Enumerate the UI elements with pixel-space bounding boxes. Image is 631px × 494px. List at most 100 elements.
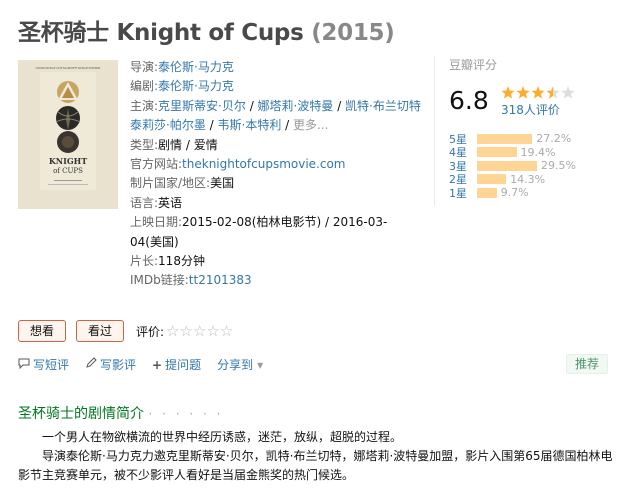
action-bar: 写短评 写影评 + 提问题 分享到 ▾: [18, 356, 279, 373]
rating-bar: [477, 174, 507, 184]
cast-link[interactable]: 韦斯·本特利: [218, 118, 282, 132]
website-row: 官方网站:theknightofcupsmovie.com: [130, 155, 430, 174]
title-year: (2015): [311, 20, 395, 46]
website-link[interactable]: theknightofcupsmovie.com: [182, 157, 345, 171]
review-label: 写影评: [100, 358, 137, 372]
cast-link[interactable]: 娜塔莉·波特曼: [258, 99, 334, 113]
country-row: 制片国家/地区:美国: [130, 174, 430, 193]
plus-icon: +: [152, 357, 163, 372]
rating-breakdown: 5星 27.2% 4星 19.4% 3星 29.5% 2星 14.3% 1星 9.7%: [449, 131, 576, 200]
star-icons: [501, 86, 575, 99]
genre-row: 类型:剧情 / 爱情: [130, 136, 430, 155]
language-row: 语言:英语: [130, 194, 430, 213]
seen-button[interactable]: 看过: [76, 320, 124, 342]
star-icon: [546, 86, 560, 99]
release-value-1: 2015-02-08(柏林电影节): [182, 215, 322, 230]
rating-bar: [477, 160, 537, 171]
recommend-button[interactable]: 推荐: [566, 354, 608, 374]
star-icon: [561, 86, 575, 99]
language-value: 英语: [158, 195, 183, 210]
rating-bar-percent: 19.4%: [520, 145, 556, 159]
star-icon: [531, 86, 545, 99]
want-to-see-button[interactable]: 想看: [18, 320, 66, 342]
rating-panel: 豆瓣评分 6.8 318人评价 5星 27.2% 4星 19.4% 3星 29.5% 2星 1…: [434, 56, 612, 206]
star-icon: [516, 86, 530, 99]
rating-bar: [477, 187, 497, 198]
movie-poster[interactable]: CHRISTIAN BALE CATE BLANCHETT NATALIE PO…: [18, 60, 118, 209]
summary-heading-text: 圣杯骑士的剧情简介: [18, 406, 144, 422]
poster-title-1: KNIGHT: [49, 156, 87, 166]
rating-bar: [477, 133, 533, 144]
rating-bar-row: 1星 9.7%: [449, 185, 576, 200]
runtime-value: 118分钟: [158, 254, 205, 269]
writer-label: 编剧:: [130, 79, 159, 94]
rating-bar: [477, 147, 517, 157]
rating-score: 6.8: [449, 86, 489, 115]
poster-art: CHRISTIAN BALE CATE BLANCHETT NATALIE PO…: [18, 60, 118, 209]
release-row: 上映日期:2015-02-08(柏林电影节) / 2016-03-: [130, 213, 430, 232]
rating-bar-percent: 9.7%: [500, 186, 529, 199]
release-sep: /: [321, 215, 333, 230]
summary-heading: 圣杯骑士的剧情简介 · · · · · ·: [18, 403, 223, 423]
cast-row: 主演:克里斯蒂安·贝尔 / 娜塔莉·波特曼 / 凯特·布兰切特: [130, 98, 421, 113]
release-label: 上映日期:: [130, 215, 183, 230]
star-icon: [501, 86, 515, 99]
website-label: 官方网站:: [130, 157, 183, 172]
summary-text: 一个男人在物欲横流的世界中经历诱惑，迷茫，放纵，超脱的过程。 导演泰伦斯·马力克…: [18, 428, 614, 485]
summary-paragraph: 一个男人在物欲横流的世界中经历诱惑，迷茫，放纵，超脱的过程。: [42, 430, 403, 444]
imdb-link[interactable]: tt2101383: [189, 273, 252, 287]
chevron-down-icon: ▾: [257, 357, 264, 372]
director-row: 导演:泰伦斯·马力克: [130, 58, 430, 77]
seen-label: 看过: [87, 324, 112, 338]
page-title: 圣杯骑士 Knight of Cups (2015): [18, 13, 395, 47]
rating-bar-label: 1星: [449, 186, 467, 200]
user-rating: 评价: ☆☆☆☆☆: [136, 322, 233, 340]
rate-label: 评价:: [136, 324, 165, 339]
share-dropdown[interactable]: 分享到 ▾: [217, 356, 263, 373]
votes-link[interactable]: 318人评价: [501, 101, 560, 118]
writer-row: 编剧:泰伦斯·马力克: [130, 77, 430, 96]
release-value-2a: 2016-03-: [332, 215, 388, 230]
speech-bubble-icon: [18, 358, 30, 372]
poster-credits: CHRISTIAN BALE CATE BLANCHETT NATALIE PO…: [36, 67, 101, 70]
cast-link[interactable]: 泰莉莎·帕尔墨: [130, 118, 206, 132]
language-label: 语言:: [130, 195, 159, 210]
director-label: 导演:: [130, 60, 159, 74]
question-label: 提问题: [165, 358, 202, 372]
rating-bar-percent: 29.5%: [541, 159, 576, 172]
share-label: 分享到: [217, 358, 254, 372]
release-value-2b: 04(美国): [130, 234, 179, 249]
genre-label: 类型:: [130, 137, 159, 152]
want-label: 想看: [29, 324, 54, 338]
director-link[interactable]: 泰伦斯·马力克: [158, 60, 234, 74]
writer-link[interactable]: 泰伦斯·马力克: [158, 79, 234, 93]
empty-stars-icon[interactable]: ☆☆☆☆☆: [166, 322, 233, 340]
poster-title-2: of CUPS: [53, 167, 83, 175]
imdb-row: IMDb链接:tt2101383: [130, 271, 430, 290]
cast-link[interactable]: 克里斯蒂安·贝尔: [158, 99, 246, 113]
imdb-label: IMDb链接:: [130, 273, 189, 288]
country-label: 制片国家/地区:: [130, 176, 211, 191]
cast-row-2: 泰莉莎·帕尔墨 / 韦斯·本特利 / 更多...: [130, 118, 329, 133]
cast-more-link[interactable]: 更多...: [293, 118, 328, 132]
pencil-icon: [85, 357, 97, 372]
write-short-review[interactable]: 写短评: [18, 356, 69, 373]
ask-question[interactable]: + 提问题: [152, 356, 201, 373]
runtime-label: 片长:: [130, 254, 159, 269]
summary-paragraph: 导演泰伦斯·马力克力邀克里斯蒂安·贝尔，凯特·布兰切特，娜塔莉·波特曼加盟，影片…: [18, 449, 613, 482]
rating-label: 豆瓣评分: [449, 58, 498, 72]
summary-heading-dots: · · · · · ·: [148, 407, 224, 421]
cast-link[interactable]: 凯特·布兰切特: [345, 99, 421, 113]
country-value: 美国: [210, 176, 235, 191]
title-cn: 圣杯骑士: [18, 20, 109, 46]
cast-label: 主演:: [130, 98, 159, 113]
rating-bar-percent: 14.3%: [510, 172, 546, 186]
title-en: Knight of Cups: [116, 20, 304, 46]
movie-info: 导演:泰伦斯·马力克 编剧:泰伦斯·马力克 主演:克里斯蒂安·贝尔 / 娜塔莉·…: [130, 58, 430, 291]
write-review[interactable]: 写影评: [85, 356, 136, 373]
rating-bar-percent: 27.2%: [536, 132, 572, 145]
short-review-label: 写短评: [33, 358, 70, 372]
genre-value: 剧情 / 爱情: [158, 137, 218, 152]
runtime-row: 片长:118分钟: [130, 252, 430, 271]
release-row-2: 04(美国): [130, 233, 430, 252]
